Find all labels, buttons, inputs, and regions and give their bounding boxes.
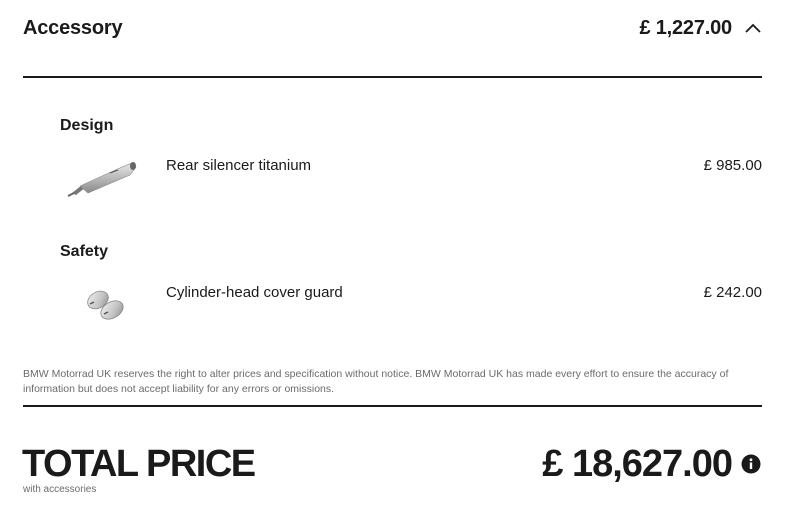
- accessory-item-rear-silencer: Rear silencer titanium £ 985.00: [60, 153, 762, 203]
- accessory-item-name: Rear silencer titanium: [166, 157, 312, 174]
- accessory-item-price: £ 985.00: [703, 157, 762, 174]
- section-divider-top: [23, 76, 762, 78]
- cylinder-guard-image: [60, 280, 140, 330]
- total-price-value: £ 18,627.00: [542, 443, 733, 485]
- chevron-up-icon[interactable]: [744, 19, 762, 37]
- accessory-summary-panel: Accessory £ 1,227.00 Design Rear silence…: [0, 0, 800, 509]
- accessory-item-name: Cylinder-head cover guard: [166, 284, 343, 301]
- info-icon[interactable]: [741, 454, 761, 474]
- accessory-item-price: £ 242.00: [703, 284, 762, 301]
- accessory-header-right: £ 1,227.00: [639, 17, 762, 40]
- section-divider-bottom: [23, 405, 762, 407]
- category-heading-safety: Safety: [60, 243, 109, 260]
- accessory-item-cylinder-guard: Cylinder-head cover guard £ 242.00: [60, 280, 762, 330]
- accessory-section-header[interactable]: Accessory £ 1,227.00: [23, 10, 762, 46]
- accessory-total-price: £ 1,227.00: [639, 16, 732, 39]
- category-heading-design: Design: [60, 117, 114, 134]
- total-price-label: TOTAL PRICE: [22, 443, 256, 485]
- price-disclaimer: BMW Motorrad UK reserves the right to al…: [23, 368, 729, 395]
- accessory-section-title: Accessory: [23, 16, 123, 39]
- total-price-sublabel: with accessories: [23, 484, 97, 495]
- rear-silencer-image: [60, 153, 140, 203]
